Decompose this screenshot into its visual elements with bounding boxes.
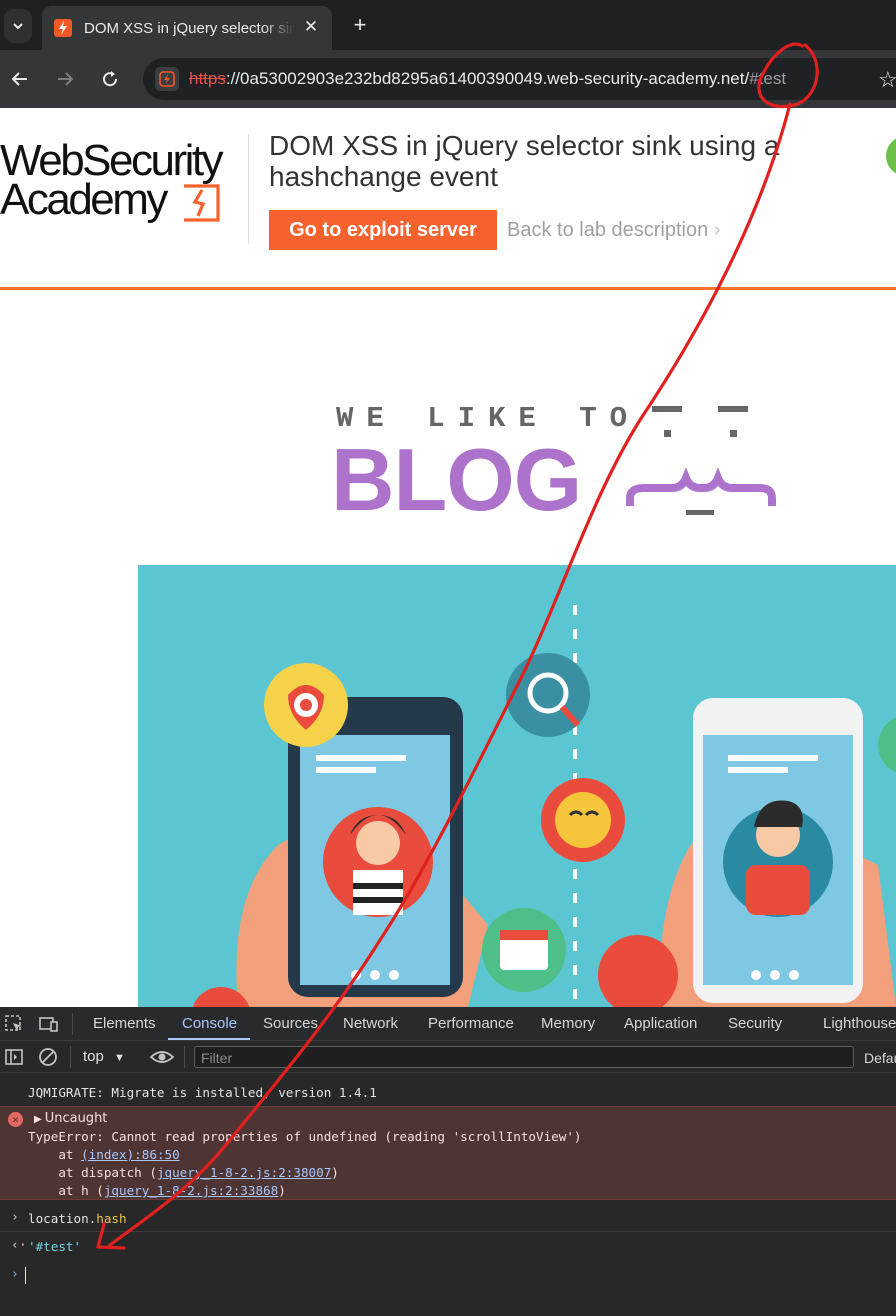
stack-suffix: ) bbox=[331, 1165, 339, 1180]
dating-app-illustration bbox=[192, 605, 896, 1007]
tab-elements[interactable]: Elements bbox=[93, 1015, 156, 1032]
chevron-right-icon: › bbox=[713, 219, 721, 241]
bookmark-star-icon[interactable]: ☆ bbox=[878, 67, 896, 93]
site-info-icon[interactable] bbox=[155, 67, 179, 91]
tab-security[interactable]: Security bbox=[728, 1015, 782, 1032]
header-divider bbox=[248, 134, 249, 244]
devtools-separator bbox=[72, 1013, 73, 1035]
stack-link[interactable]: jquery_1-8-2.js:2:33868 bbox=[104, 1183, 278, 1198]
command-property: hash bbox=[96, 1211, 127, 1226]
go-to-exploit-server-button[interactable]: Go to exploit server bbox=[269, 210, 497, 250]
browser-tab[interactable]: DOM XSS in jQuery selector sink using a … bbox=[42, 6, 332, 50]
console-result-row: ‹· '#test' bbox=[0, 1234, 896, 1260]
tab-title: DOM XSS in jQuery selector sink using a … bbox=[84, 19, 294, 37]
blog-hero-image bbox=[138, 565, 896, 1007]
stack-frame: at h (jquery_1-8-2.js:2:33868) bbox=[28, 1183, 286, 1198]
reload-icon bbox=[103, 71, 118, 87]
stack-frame: at dispatch (jquery_1-8-2.js:2:38007) bbox=[28, 1165, 339, 1180]
lab-title: DOM XSS in jQuery selector sink using a … bbox=[269, 130, 780, 192]
error-icon: ✕ bbox=[8, 1112, 23, 1127]
academy-logo-mark-icon bbox=[184, 184, 220, 222]
lab-header: WebSecurity Academy DOM XSS in jQuery se… bbox=[0, 108, 896, 290]
new-tab-button[interactable]: + bbox=[346, 12, 374, 40]
context-selector[interactable]: top ▼ bbox=[83, 1048, 125, 1065]
text-cursor bbox=[25, 1267, 26, 1284]
url-host-path: ://0a53002903e232bd8295a61400390049.web-… bbox=[225, 69, 750, 88]
stack-frame: at (index):86:50 bbox=[28, 1147, 180, 1162]
logo-line-2: Academy bbox=[0, 175, 168, 224]
browser-tab-strip: DOM XSS in jQuery selector sink using a … bbox=[0, 0, 896, 50]
devtools-tab-bar: Elements Console Sources Network Perform… bbox=[0, 1007, 896, 1041]
stack-link[interactable]: (index):86:50 bbox=[81, 1147, 180, 1162]
stack-suffix: ) bbox=[278, 1183, 286, 1198]
browser-toolbar: https://0a53002903e232bd8295a61400390049… bbox=[0, 50, 896, 108]
filter-placeholder: Filter bbox=[201, 1050, 233, 1066]
chevron-down-icon bbox=[13, 23, 23, 30]
url-scheme: https bbox=[189, 69, 226, 88]
caret-down-icon: ▼ bbox=[114, 1052, 125, 1064]
url-text: https://0a53002903e232bd8295a61400390049… bbox=[189, 69, 786, 89]
active-tab-indicator bbox=[168, 1038, 250, 1040]
tab-performance[interactable]: Performance bbox=[428, 1015, 514, 1032]
lab-status-badge bbox=[886, 136, 896, 176]
toolbar-separator-2 bbox=[184, 1046, 185, 1068]
tab-sources[interactable]: Sources bbox=[263, 1015, 318, 1032]
expand-triangle-icon[interactable]: ▶ bbox=[34, 1114, 42, 1125]
input-chevron-icon: › bbox=[11, 1210, 19, 1225]
stack-prefix: at dispatch ( bbox=[28, 1165, 157, 1180]
result-arrow-icon: ‹· bbox=[11, 1238, 27, 1253]
sidebar-toggle-icon[interactable] bbox=[4, 1047, 24, 1067]
tab-console[interactable]: Console bbox=[182, 1015, 237, 1032]
device-toolbar-icon[interactable] bbox=[38, 1014, 58, 1034]
web-security-academy-logo[interactable]: WebSecurity Academy bbox=[0, 136, 250, 226]
arrow-left-icon bbox=[11, 72, 27, 86]
error-title: Uncaught bbox=[44, 1111, 108, 1126]
console-log-message: JQMIGRATE: Migrate is installed, version… bbox=[28, 1085, 377, 1100]
console-result-value: '#test' bbox=[28, 1239, 82, 1254]
console-error-message[interactable]: ✕ ▶ Uncaught TypeError: Cannot read prope… bbox=[0, 1106, 896, 1200]
command-object: location. bbox=[28, 1211, 97, 1226]
stack-prefix: at bbox=[28, 1147, 82, 1162]
tab-search-button[interactable] bbox=[4, 9, 32, 43]
tab-memory[interactable]: Memory bbox=[541, 1015, 595, 1032]
console-toolbar: top ▼ Filter Default levels bbox=[0, 1041, 896, 1073]
tab-application[interactable]: Application bbox=[624, 1015, 697, 1032]
clear-console-icon[interactable] bbox=[38, 1047, 58, 1067]
context-label: top bbox=[83, 1048, 104, 1065]
tab-lighthouse[interactable]: Lighthouse bbox=[823, 1015, 896, 1032]
console-output: JQMIGRATE: Migrate is installed, version… bbox=[0, 1073, 896, 1316]
toolbar-separator bbox=[70, 1046, 71, 1068]
url-hash: #test bbox=[749, 69, 787, 88]
address-bar[interactable]: https://0a53002903e232bd8295a61400390049… bbox=[143, 58, 896, 100]
back-to-lab-description-link[interactable]: Back to lab description › bbox=[507, 219, 720, 242]
log-levels-dropdown[interactable]: Default levels bbox=[864, 1050, 896, 1066]
stack-link[interactable]: jquery_1-8-2.js:2:38007 bbox=[157, 1165, 331, 1180]
blog-wordmark: BLOG bbox=[331, 430, 582, 529]
console-command-row: › location.hash bbox=[0, 1206, 896, 1232]
prompt-chevron-icon: › bbox=[11, 1267, 19, 1282]
reload-button[interactable] bbox=[94, 63, 126, 95]
back-button[interactable] bbox=[4, 63, 36, 95]
inspect-element-icon[interactable] bbox=[4, 1014, 24, 1034]
back-link-label: Back to lab description bbox=[507, 219, 709, 241]
devtools-panel: Elements Console Sources Network Perform… bbox=[0, 1007, 896, 1316]
blog-face-logo-icon bbox=[626, 406, 776, 515]
close-tab-icon[interactable]: ✕ bbox=[300, 16, 322, 38]
screen: { "browser": { "tab_title": "DOM XSS in … bbox=[0, 0, 896, 1316]
console-command: location.hash bbox=[28, 1211, 127, 1226]
tab-network[interactable]: Network bbox=[343, 1015, 398, 1032]
error-text: TypeError: Cannot read properties of und… bbox=[28, 1129, 582, 1144]
stack-prefix: at h ( bbox=[28, 1183, 104, 1198]
arrow-right-icon bbox=[58, 72, 74, 86]
lightning-favicon-icon bbox=[54, 19, 72, 37]
error-header: ▶ Uncaught bbox=[34, 1111, 107, 1126]
console-filter-input[interactable]: Filter bbox=[194, 1046, 854, 1068]
live-expression-eye-icon[interactable] bbox=[150, 1047, 174, 1067]
console-prompt[interactable]: › bbox=[0, 1263, 896, 1289]
forward-button[interactable] bbox=[49, 63, 81, 95]
